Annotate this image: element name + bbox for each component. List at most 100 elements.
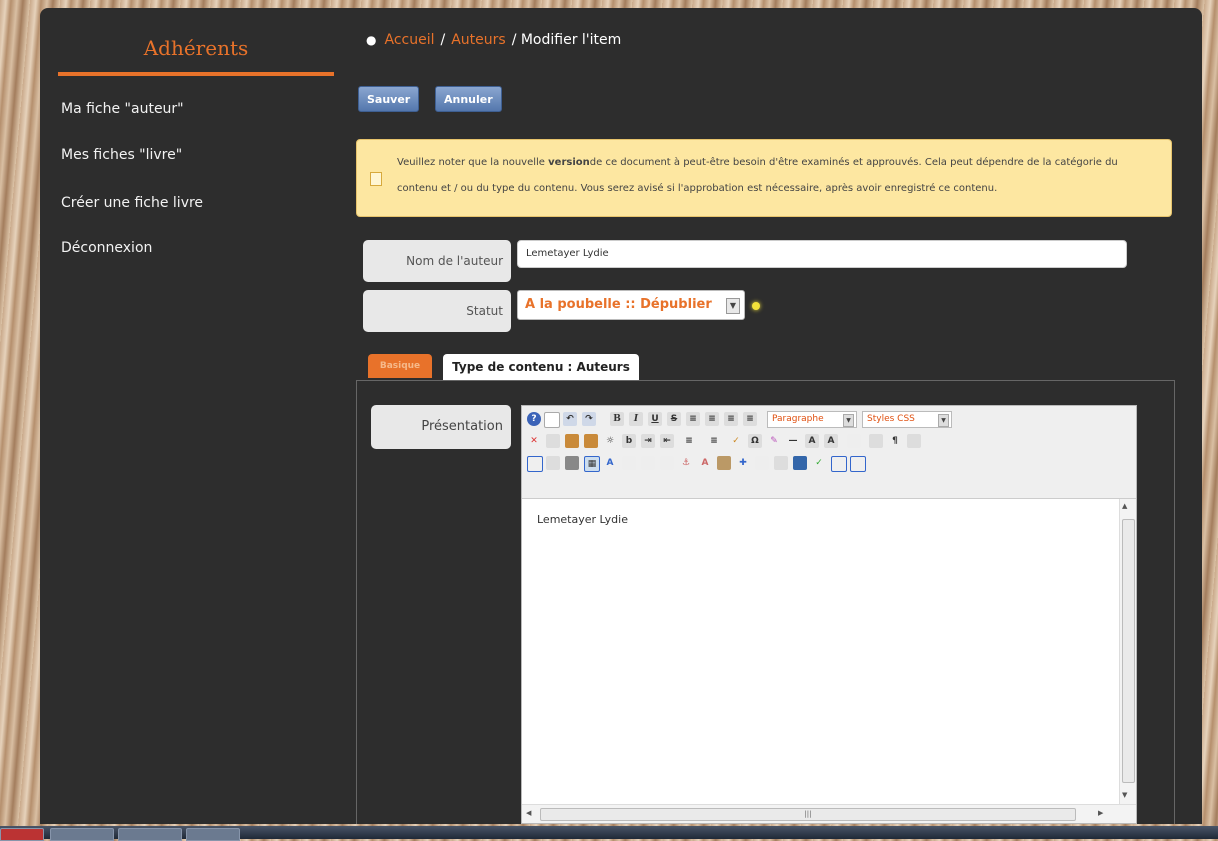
chevron-down-icon: ▼ — [843, 414, 854, 427]
bullet-list-icon[interactable]: ≡ — [707, 434, 721, 448]
help-icon[interactable]: ? — [527, 412, 541, 426]
scroll-left-icon[interactable]: ◀ — [526, 809, 531, 817]
horizontal-scrollbar[interactable]: ◀ ||| ▶ — [522, 804, 1136, 823]
bold-icon[interactable]: B — [610, 412, 624, 426]
save-button[interactable]: Sauver — [358, 86, 420, 112]
format-select[interactable]: Paragraphe ▼ — [767, 411, 857, 428]
table-icon[interactable]: ▦ — [584, 456, 600, 472]
redo-icon[interactable]: ↷ — [582, 412, 596, 426]
underline-icon[interactable]: U — [648, 412, 662, 426]
taskbar-item[interactable] — [0, 828, 44, 841]
editor-toolbar-row-2: ✕ ☼ b ⇥ ⇤ ≡ ≡ ✓ Ω ✎ — A A ¶ — [527, 432, 1127, 452]
spellcheck-icon[interactable]: A — [603, 456, 617, 470]
sidebar-title: Adhérents — [143, 36, 249, 60]
taskbar-item[interactable] — [50, 828, 114, 841]
chevron-down-icon: ▼ — [938, 414, 949, 427]
vertical-scrollbar[interactable]: ▲ ▼ — [1119, 499, 1136, 804]
taskbar-item[interactable] — [186, 828, 240, 841]
editor-text: Lemetayer Lydie — [537, 513, 628, 526]
find-icon[interactable]: ☼ — [603, 434, 617, 448]
format-select-value: Paragraphe — [772, 414, 824, 424]
subscript-icon[interactable]: A — [805, 434, 819, 448]
delete-row-icon[interactable] — [660, 456, 674, 470]
italic-icon[interactable]: I — [629, 412, 643, 426]
superscript-icon[interactable]: A — [824, 434, 838, 448]
replace-icon[interactable]: b — [622, 434, 636, 448]
clean-format-icon[interactable]: ✓ — [729, 434, 743, 448]
indent-icon[interactable]: ⇥ — [641, 434, 655, 448]
styles-select[interactable]: Styles CSS ▼ — [862, 411, 952, 428]
breadcrumb-separator: / — [440, 32, 446, 48]
align-center-icon[interactable]: ≡ — [705, 412, 719, 426]
undo-icon[interactable]: ↶ — [563, 412, 577, 426]
notice-text-bold: version — [548, 157, 590, 168]
anchor-icon[interactable]: ⚓ — [679, 456, 693, 470]
monitor-icon[interactable] — [793, 456, 807, 470]
blockquote-icon[interactable] — [850, 456, 866, 472]
source-code-icon[interactable] — [546, 456, 560, 470]
paste-word-icon[interactable] — [584, 434, 598, 448]
breadcrumb-section-link[interactable]: Auteurs — [451, 32, 505, 48]
sidebar-title-underline — [58, 72, 334, 76]
vertical-scroll-thumb[interactable] — [1122, 519, 1135, 783]
text-direction-icon[interactable] — [847, 434, 861, 448]
editor-content-area[interactable]: Lemetayer Lydie ▲ ▼ ◀ ||| ▶ — [522, 498, 1136, 823]
status-selected-value: A la poubelle :: Dépublier — [525, 297, 712, 312]
layer-icon[interactable] — [755, 456, 769, 470]
lightbulb-icon — [752, 302, 760, 310]
sidebar-item-creer-fiche-livre[interactable]: Créer une fiche livre — [61, 195, 203, 211]
tab-type-contenu-auteurs[interactable]: Type de contenu : Auteurs — [443, 354, 639, 380]
fullscreen-icon[interactable] — [527, 456, 543, 472]
breadcrumb: ● Accueil / Auteurs / Modifier l'item — [366, 32, 621, 48]
special-char-icon[interactable]: Ω — [748, 434, 762, 448]
image-icon[interactable] — [717, 456, 731, 470]
author-name-input[interactable]: Lemetayer Lydie — [517, 240, 1127, 268]
map-pin-icon: ● — [366, 33, 377, 47]
paste-icon[interactable] — [565, 434, 579, 448]
horizontal-scroll-thumb[interactable]: ||| — [540, 808, 1076, 821]
author-name-label: Nom de l'auteur — [363, 240, 511, 282]
sidebar-item-mes-fiches-livre[interactable]: Mes fiches "livre" — [61, 147, 182, 163]
copy-icon[interactable] — [546, 434, 560, 448]
scroll-down-icon[interactable]: ▼ — [1122, 791, 1127, 799]
horizontal-rule-icon[interactable]: — — [786, 434, 800, 448]
eraser-icon[interactable]: ✎ — [767, 434, 781, 448]
abc-spelling-icon[interactable]: ✓ — [812, 456, 826, 470]
new-document-icon[interactable] — [544, 412, 560, 428]
tab-basique[interactable]: Basique — [368, 354, 432, 378]
scroll-right-icon[interactable]: ▶ — [1098, 809, 1103, 817]
sidebar-item-ma-fiche-auteur[interactable]: Ma fiche "auteur" — [61, 101, 184, 117]
status-label: Statut — [363, 290, 511, 332]
cancel-button[interactable]: Annuler — [435, 86, 502, 112]
os-taskbar — [0, 826, 1218, 841]
status-select[interactable]: A la poubelle :: Dépublier ▼ — [517, 290, 745, 320]
print-icon[interactable] — [565, 456, 579, 470]
outdent-icon[interactable]: ⇤ — [660, 434, 674, 448]
strikethrough-icon[interactable]: S — [667, 412, 681, 426]
editor-toolbar-row-3: ▦ A ⚓ A ✚ ✓ — [527, 454, 1127, 474]
align-right-icon[interactable]: ≡ — [724, 412, 738, 426]
move-icon[interactable]: ✚ — [736, 456, 750, 470]
approval-notice: Veuillez noter que la nouvelle versionde… — [356, 139, 1172, 217]
rich-text-editor: ? ↶ ↷ B I U S ≡ ≡ ≡ ≡ Paragraphe ▼ Styles… — [521, 405, 1137, 824]
scroll-up-icon[interactable]: ▲ — [1122, 502, 1127, 510]
cut-icon[interactable]: ✕ — [527, 434, 541, 448]
breadcrumb-current: / Modifier l'item — [511, 32, 622, 48]
sidebar-item-deconnexion[interactable]: Déconnexion — [61, 240, 152, 256]
ordered-list-icon[interactable]: ≡ — [682, 434, 696, 448]
insert-media-icon[interactable] — [869, 434, 883, 448]
taskbar-item[interactable] — [118, 828, 182, 841]
breadcrumb-home-link[interactable]: Accueil — [384, 32, 434, 48]
preview-icon[interactable] — [907, 434, 921, 448]
insert-row-icon[interactable] — [622, 456, 636, 470]
template-icon[interactable] — [831, 456, 847, 472]
font-color-icon[interactable]: A — [698, 456, 712, 470]
presentation-label: Présentation — [371, 405, 511, 449]
insert-column-icon[interactable] — [641, 456, 655, 470]
align-justify-icon[interactable]: ≡ — [743, 412, 757, 426]
pilcrow-icon[interactable]: ¶ — [888, 434, 902, 448]
note-icon — [370, 172, 382, 186]
link-icon[interactable] — [774, 456, 788, 470]
chevron-down-icon[interactable]: ▼ — [726, 298, 740, 314]
align-left-icon[interactable]: ≡ — [686, 412, 700, 426]
